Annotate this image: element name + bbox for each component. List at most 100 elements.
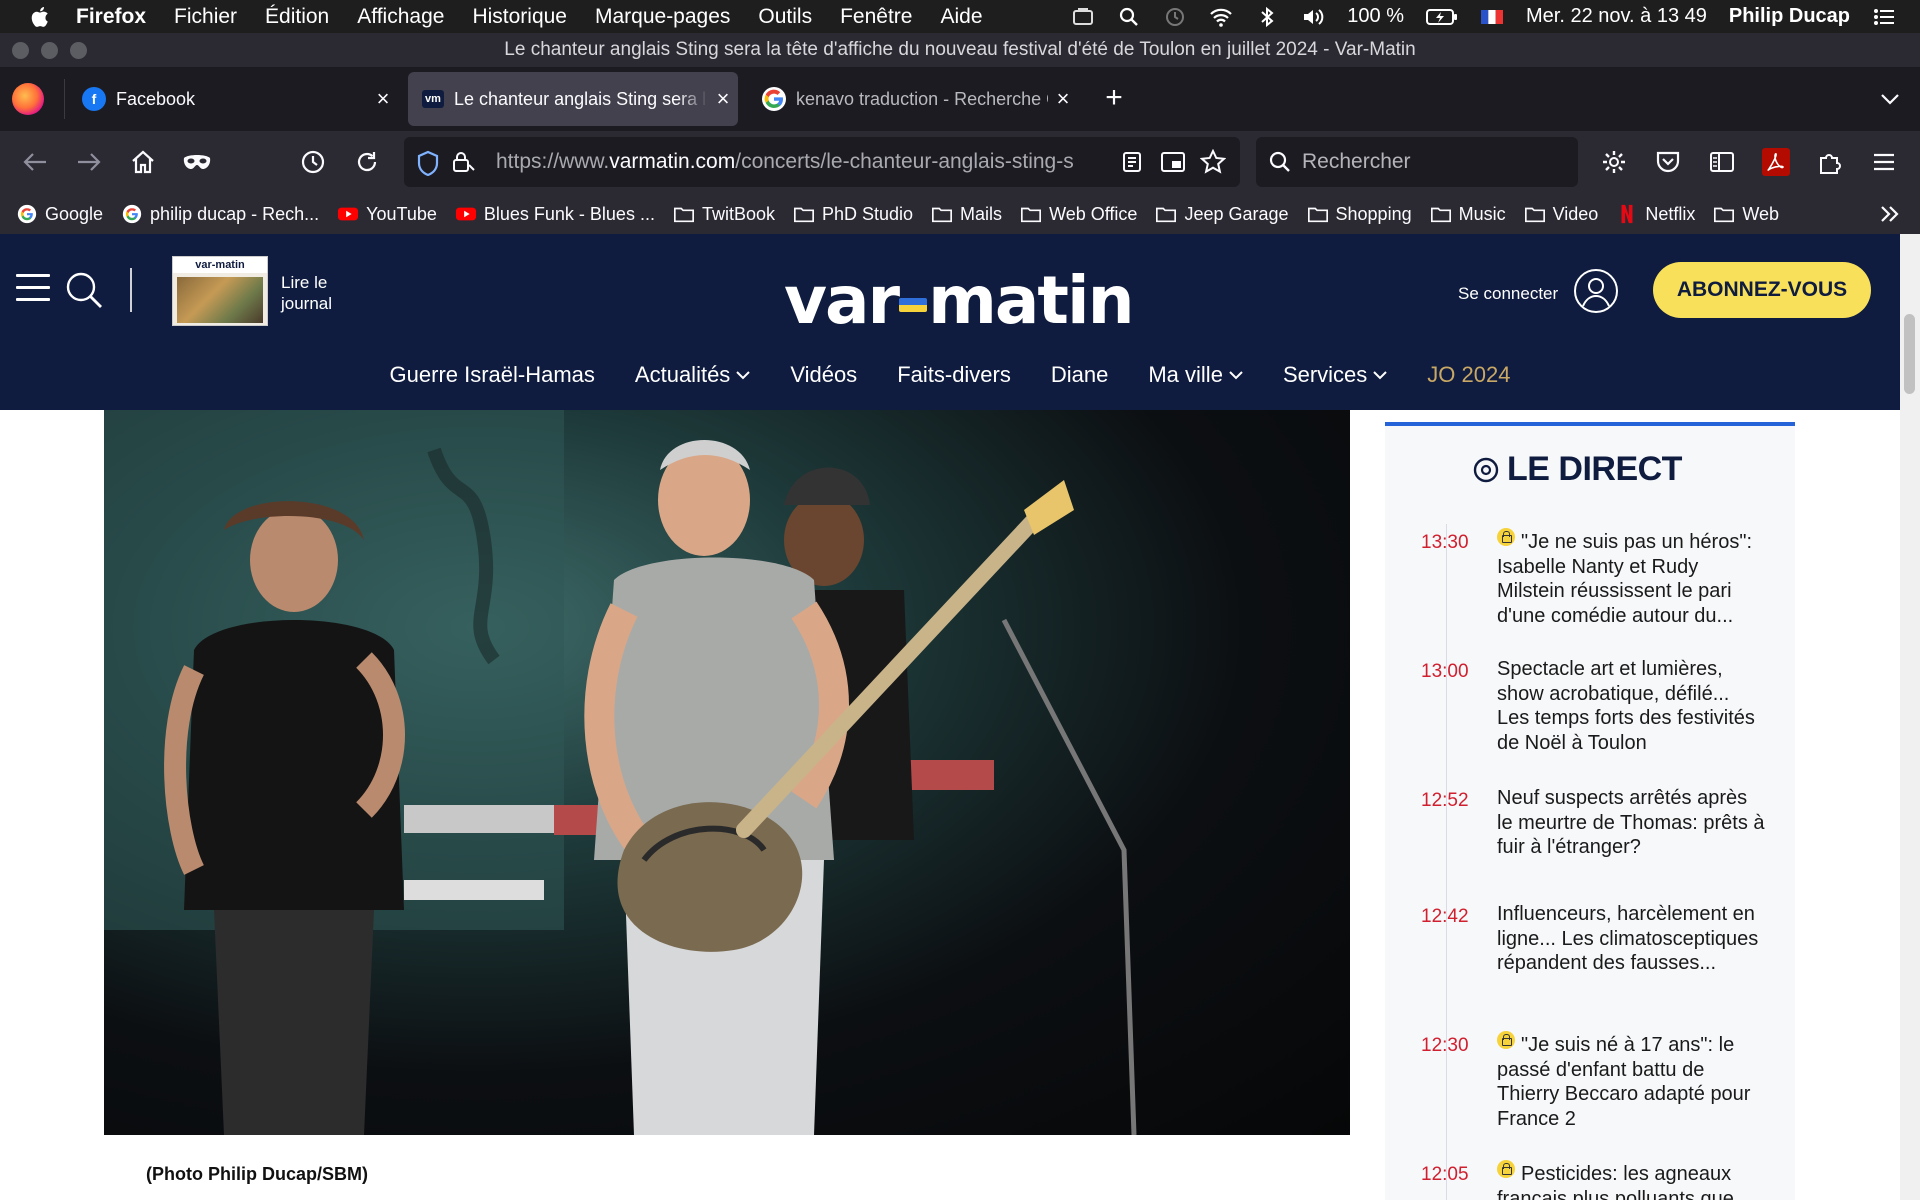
menu-outils[interactable]: Outils [758, 5, 812, 29]
login-link[interactable]: Se connecter [1458, 284, 1558, 304]
menubar-clock[interactable]: Mer. 22 nov. à 13 49 [1526, 5, 1707, 28]
url-text[interactable]: https://www.varmatin.com/concerts/le-cha… [496, 150, 1106, 174]
bookmark-folder-phd-studio[interactable]: PhD Studio [793, 204, 913, 225]
bookmark-philip-ducap-search[interactable]: philip ducap - Rech... [121, 204, 319, 225]
list-all-tabs-icon[interactable] [1878, 87, 1902, 111]
acrobat-icon [1762, 148, 1790, 176]
finder-sync-icon[interactable] [1071, 6, 1095, 28]
tab-close-icon[interactable]: × [708, 86, 738, 112]
menu-marque-pages[interactable]: Marque-pages [595, 5, 730, 29]
private-browsing-button[interactable] [180, 145, 214, 179]
news-headline[interactable]: Neuf suspects arrêtés après le meurtre d… [1497, 786, 1767, 860]
search-bar[interactable]: Rechercher [1256, 137, 1578, 187]
lock-icon[interactable] [450, 149, 476, 175]
tab-facebook[interactable]: f Facebook × [68, 72, 398, 126]
bookmark-label: Jeep Garage [1184, 203, 1289, 224]
spotlight-search-icon[interactable] [1117, 6, 1141, 28]
nav-videos[interactable]: Vidéos [790, 362, 857, 388]
more-bookmarks-chevron-icon[interactable] [1878, 202, 1902, 226]
bookmark-folder-music[interactable]: Music [1430, 204, 1506, 225]
read-journal-link[interactable]: Lire le journal [281, 272, 361, 314]
bookmark-folder-web-office[interactable]: Web Office [1020, 204, 1137, 225]
forward-button[interactable] [72, 145, 106, 179]
bookmark-folder-mails[interactable]: Mails [931, 204, 1002, 225]
back-button[interactable] [18, 145, 52, 179]
folder-icon [1714, 207, 1735, 223]
history-button[interactable] [296, 145, 330, 179]
control-center-icon[interactable] [1872, 6, 1896, 28]
firefox-view-button[interactable] [12, 83, 44, 115]
site-menu-button[interactable] [16, 274, 50, 304]
nav-faits-divers[interactable]: Faits-divers [897, 362, 1011, 388]
bookmark-star-icon[interactable] [1200, 149, 1226, 175]
pocket-button[interactable] [1651, 145, 1685, 179]
menu-aide[interactable]: Aide [940, 5, 982, 29]
menu-historique[interactable]: Historique [472, 5, 567, 29]
new-tab-button[interactable]: + [1096, 81, 1132, 117]
menu-fenetre[interactable]: Fenêtre [840, 5, 912, 29]
scrollbar-thumb[interactable] [1904, 314, 1915, 394]
reload-button[interactable] [350, 145, 384, 179]
settings-button[interactable] [1597, 145, 1631, 179]
live-clock-icon [1473, 457, 1499, 482]
sidebar-button[interactable] [1705, 145, 1739, 179]
nav-jo-2024[interactable]: JO 2024 [1427, 362, 1510, 388]
apple-menu-icon[interactable] [30, 5, 52, 29]
extensions-button[interactable] [1813, 145, 1847, 179]
subscribe-button[interactable]: ABONNEZ-VOUS [1653, 262, 1871, 318]
news-headline-wrap[interactable]: "Je ne suis pas un héros": Isabelle Nant… [1497, 528, 1767, 628]
bookmark-youtube[interactable]: YouTube [337, 204, 437, 225]
user-account-icon[interactable] [1573, 268, 1619, 314]
bookmark-folder-shopping[interactable]: Shopping [1307, 204, 1412, 225]
close-window-button[interactable] [12, 42, 29, 59]
home-button[interactable] [126, 145, 160, 179]
menu-edition[interactable]: Édition [265, 5, 329, 29]
nav-diane[interactable]: Diane [1051, 362, 1108, 388]
bookmark-folder-jeep-garage[interactable]: Jeep Garage [1155, 203, 1289, 225]
news-time: 13:00 [1421, 661, 1469, 682]
tab-varmatin-article[interactable]: vm Le chanteur anglais Sting sera la têt… [408, 72, 738, 126]
nav-guerre-israel-hamas[interactable]: Guerre Israël-Hamas [390, 362, 595, 388]
page-scrollbar[interactable] [1900, 234, 1920, 1200]
bookmark-folder-video[interactable]: Video [1524, 204, 1598, 225]
bookmark-label: philip ducap - Rech... [150, 203, 320, 224]
news-headline[interactable]: Influenceurs, harcèlement en ligne... Le… [1497, 902, 1767, 976]
time-machine-icon[interactable] [1163, 6, 1187, 28]
nav-ma-ville[interactable]: Ma ville [1148, 362, 1243, 388]
bluetooth-icon[interactable] [1255, 6, 1279, 28]
battery-charging-icon[interactable] [1426, 6, 1458, 28]
bookmark-folder-twitbook[interactable]: TwitBook [673, 204, 775, 225]
news-headline-wrap[interactable]: Pesticides: les agneaux français plus po… [1497, 1160, 1767, 1200]
news-headline-wrap[interactable]: "Je suis né à 17 ans": le passé d'enfant… [1497, 1031, 1767, 1131]
menu-affichage[interactable]: Affichage [357, 5, 444, 29]
zoom-window-button[interactable] [70, 42, 87, 59]
journal-cover-thumbnail[interactable]: var-matin [172, 256, 268, 326]
wifi-icon[interactable] [1209, 6, 1233, 28]
menu-app-firefox[interactable]: Firefox [76, 5, 146, 29]
nav-actualites[interactable]: Actualités [635, 362, 751, 388]
tab-close-icon[interactable]: × [1048, 86, 1078, 112]
bookmark-netflix[interactable]: Netflix [1616, 204, 1695, 225]
minimize-window-button[interactable] [41, 42, 58, 59]
tab-close-icon[interactable]: × [368, 86, 398, 112]
bookmark-folder-web[interactable]: Web [1713, 204, 1779, 225]
reader-view-icon[interactable] [1120, 150, 1144, 174]
article-photo[interactable] [104, 410, 1350, 1135]
varmatin-logo[interactable]: var matin [784, 262, 1135, 339]
app-menu-button[interactable] [1867, 145, 1901, 179]
news-headline[interactable]: Spectacle art et lumières, show acrobati… [1497, 657, 1767, 755]
tab-google-search[interactable]: kenavo traduction - Recherche Google × [748, 72, 1078, 126]
address-bar[interactable]: https://www.varmatin.com/concerts/le-cha… [404, 137, 1240, 187]
picture-in-picture-icon[interactable] [1160, 150, 1186, 174]
pdf-extension-button[interactable] [1759, 145, 1793, 179]
site-search-icon[interactable] [64, 270, 104, 310]
menu-fichier[interactable]: Fichier [174, 5, 237, 29]
youtube-icon [455, 207, 476, 221]
tracking-protection-shield-icon[interactable] [416, 150, 440, 176]
bookmark-blues-funk[interactable]: Blues Funk - Blues ... [455, 204, 655, 225]
menubar-user[interactable]: Philip Ducap [1729, 5, 1850, 28]
french-flag-icon[interactable] [1480, 6, 1504, 28]
nav-services[interactable]: Services [1283, 362, 1388, 388]
bookmark-google[interactable]: Google [16, 204, 103, 225]
volume-icon[interactable] [1301, 6, 1325, 28]
